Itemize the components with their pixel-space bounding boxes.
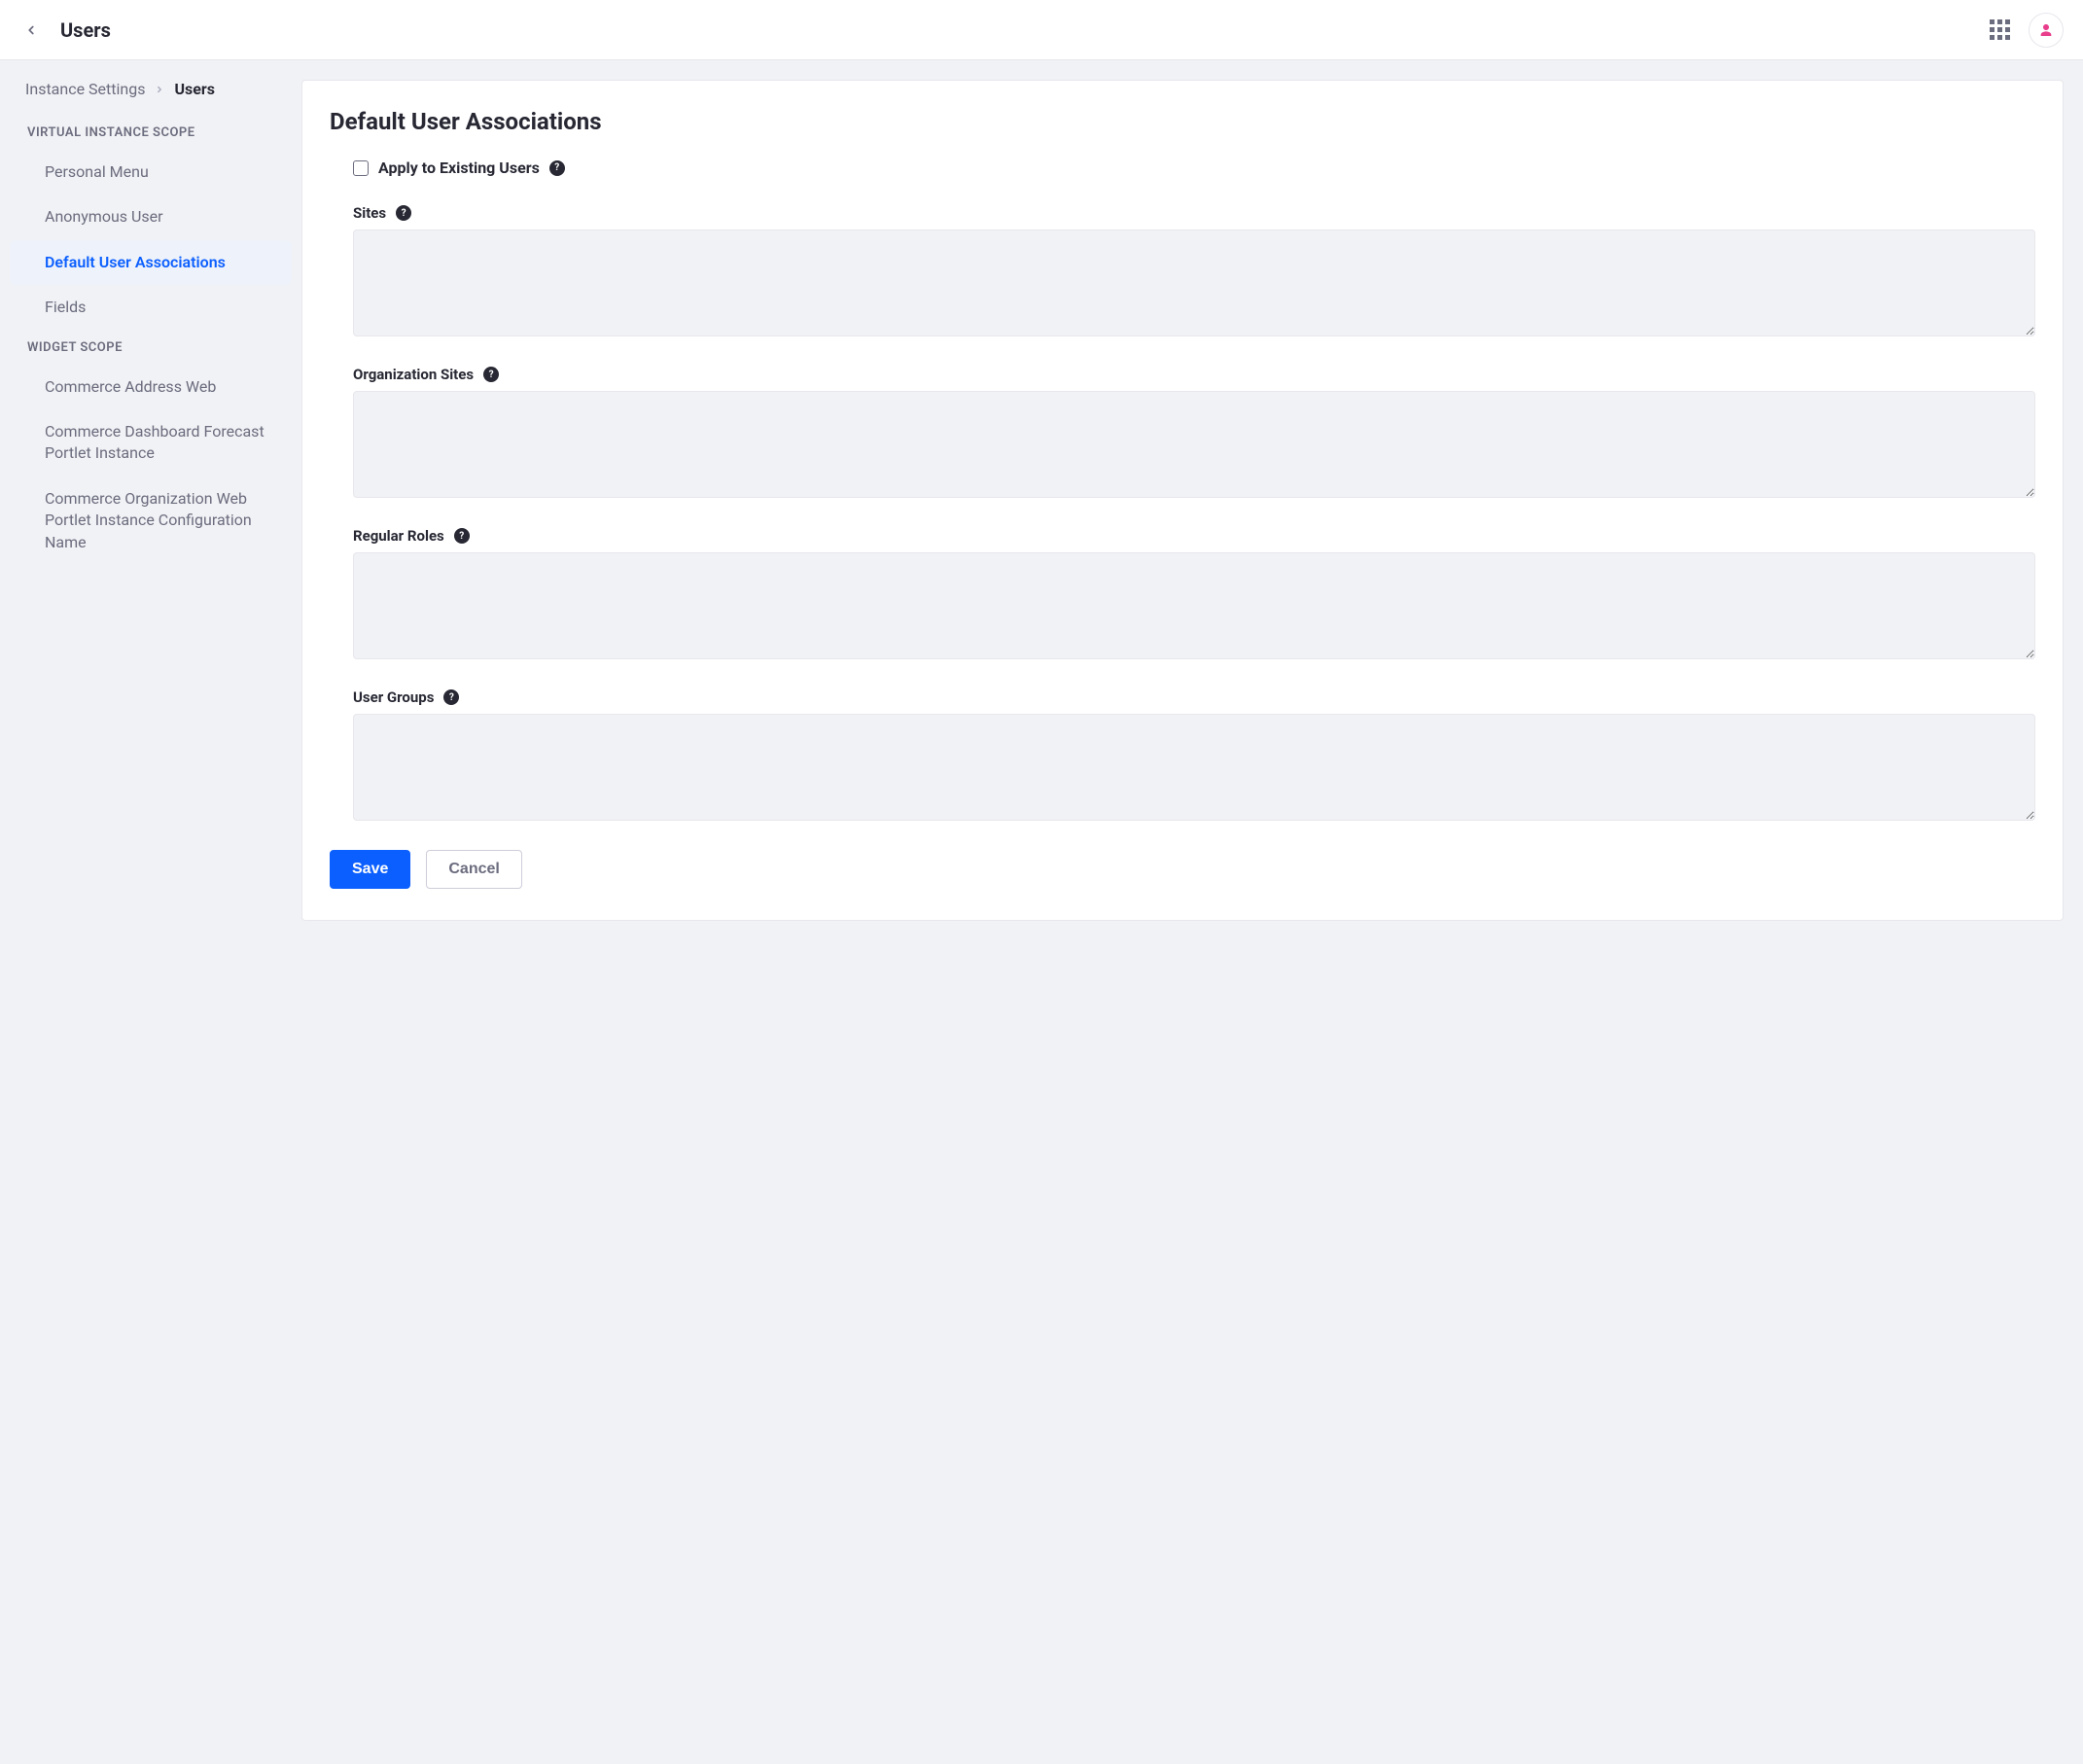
sidebar-item-commerce-address-web[interactable]: Commerce Address Web xyxy=(10,365,292,409)
sidebar-item-default-user-associations[interactable]: Default User Associations xyxy=(10,240,292,285)
sidebar-item-anonymous-user[interactable]: Anonymous User xyxy=(10,194,292,239)
field-user-groups: User Groups ? xyxy=(353,688,2035,825)
apply-existing-checkbox[interactable] xyxy=(353,160,369,176)
sidebar-section-widget-title: WIDGET SCOPE xyxy=(10,331,292,365)
help-icon[interactable]: ? xyxy=(454,528,470,544)
regular-roles-input[interactable] xyxy=(353,552,2035,659)
apply-existing-row: Apply to Existing Users ? xyxy=(353,159,2035,177)
apps-button[interactable] xyxy=(1988,18,2011,42)
main: Default User Associations Apply to Exist… xyxy=(301,60,2083,940)
sites-input[interactable] xyxy=(353,229,2035,336)
field-org-sites-label: Organization Sites xyxy=(353,366,474,383)
breadcrumb-current: Users xyxy=(174,80,214,98)
sidebar-section-virtual-title: VIRTUAL INSTANCE SCOPE xyxy=(10,116,292,150)
topbar-right xyxy=(1988,13,2064,48)
user-groups-input[interactable] xyxy=(353,714,2035,821)
field-sites-label: Sites xyxy=(353,204,386,222)
back-button[interactable] xyxy=(19,18,43,42)
help-icon[interactable]: ? xyxy=(549,160,565,176)
sidebar-item-commerce-dashboard-forecast[interactable]: Commerce Dashboard Forecast Portlet Inst… xyxy=(10,409,292,476)
sidebar: Instance Settings Users VIRTUAL INSTANCE… xyxy=(0,60,301,584)
sidebar-section-widget-list: Commerce Address Web Commerce Dashboard … xyxy=(10,365,292,565)
sidebar-section-virtual-list: Personal Menu Anonymous User Default Use… xyxy=(10,150,292,331)
field-regular-roles: Regular Roles ? xyxy=(353,527,2035,663)
sidebar-item-personal-menu[interactable]: Personal Menu xyxy=(10,150,292,194)
help-icon[interactable]: ? xyxy=(443,689,459,705)
button-row: Save Cancel xyxy=(330,850,2035,889)
page-title: Users xyxy=(60,18,111,42)
content-area: Instance Settings Users VIRTUAL INSTANCE… xyxy=(0,60,2083,1764)
topbar: Users xyxy=(0,0,2083,60)
avatar-button[interactable] xyxy=(2029,13,2064,48)
apply-existing-label[interactable]: Apply to Existing Users xyxy=(378,159,540,177)
chevron-right-icon xyxy=(155,80,164,98)
cancel-button[interactable]: Cancel xyxy=(426,850,521,889)
form-title: Default User Associations xyxy=(330,108,2035,135)
sidebar-item-commerce-organization-web[interactable]: Commerce Organization Web Portlet Instan… xyxy=(10,476,292,565)
field-user-groups-label: User Groups xyxy=(353,688,434,706)
save-button[interactable]: Save xyxy=(330,850,410,889)
org-sites-input[interactable] xyxy=(353,391,2035,498)
chevron-left-icon xyxy=(24,23,38,37)
help-icon[interactable]: ? xyxy=(483,367,499,382)
form-section: Apply to Existing Users ? Sites ? Organi… xyxy=(330,159,2035,825)
field-sites: Sites ? xyxy=(353,204,2035,340)
field-org-sites: Organization Sites ? xyxy=(353,366,2035,502)
breadcrumb: Instance Settings Users xyxy=(10,80,292,116)
breadcrumb-parent[interactable]: Instance Settings xyxy=(25,80,145,98)
sidebar-item-fields[interactable]: Fields xyxy=(10,285,292,330)
topbar-left: Users xyxy=(19,18,111,42)
form-card: Default User Associations Apply to Exist… xyxy=(301,80,2064,921)
user-icon xyxy=(2038,22,2054,38)
field-regular-roles-label: Regular Roles xyxy=(353,527,444,545)
help-icon[interactable]: ? xyxy=(396,205,411,221)
apps-grid-icon xyxy=(1990,19,2010,40)
